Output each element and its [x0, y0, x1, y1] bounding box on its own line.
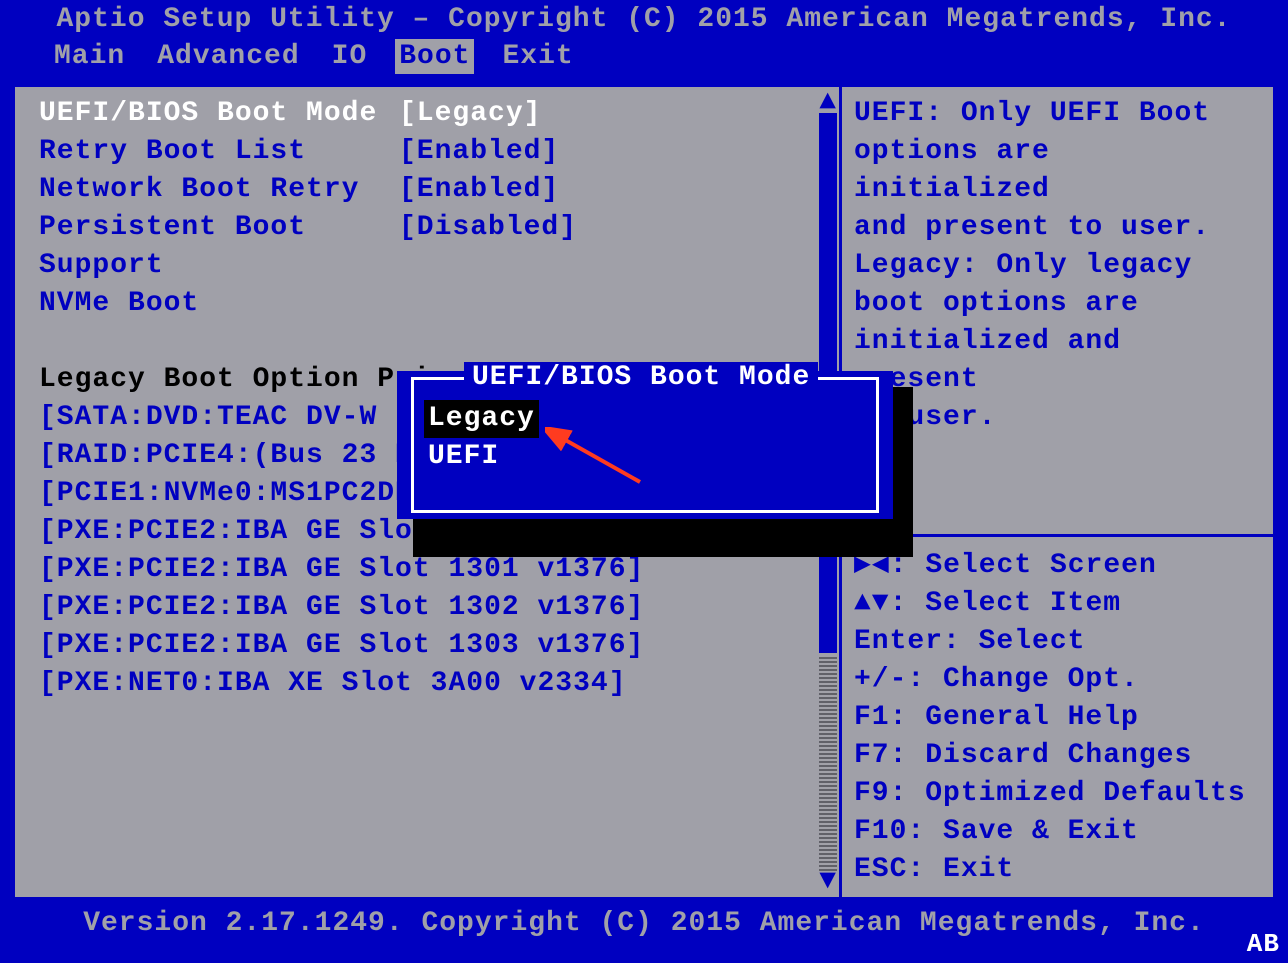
setting-retry-boot-list[interactable]: Retry Boot List [Enabled] [39, 133, 839, 171]
setting-value: [Enabled] [399, 133, 559, 171]
boot-entry[interactable]: [PXE:PCIE2:IBA GE Slot 1303 v1376] [39, 627, 839, 665]
setting-label: Support [39, 247, 399, 285]
tab-main[interactable]: Main [50, 39, 129, 74]
nav-f9: F9: Optimized Defaults [854, 775, 1261, 813]
setting-nvme-boot[interactable]: NVMe Boot [39, 285, 839, 323]
popup-option-uefi[interactable]: UEFI [424, 441, 503, 472]
nav-change: +/-: Change Opt. [854, 661, 1261, 699]
menu-tabs: Main Advanced IO Boot Exit [0, 39, 1288, 74]
footer: Version 2.17.1249. Copyright (C) 2015 Am… [0, 904, 1288, 963]
help-text: and present to user. [854, 209, 1261, 247]
setting-label: NVMe Boot [39, 285, 399, 323]
arrow-ud-icon: ▲▼ [854, 588, 890, 619]
help-text: to user. [854, 399, 1261, 437]
help-text: initialized and present [854, 323, 1261, 399]
bios-setup-utility: Aptio Setup Utility – Copyright (C) 2015… [0, 0, 1288, 963]
nav-f10: F10: Save & Exit [854, 813, 1261, 851]
nav-esc: ESC: Exit [854, 851, 1261, 889]
setting-persistent-boot-cont: Support [39, 247, 839, 285]
tab-io[interactable]: IO [328, 39, 372, 74]
popup-title: UEFI/BIOS Boot Mode [464, 362, 818, 393]
scroll-down-icon[interactable]: ▼ [819, 866, 837, 897]
setting-label: Network Boot Retry [39, 171, 399, 209]
tab-boot[interactable]: Boot [395, 39, 474, 74]
setting-value: [Legacy] [399, 95, 541, 133]
spacer [39, 323, 839, 361]
setting-label: Persistent Boot [39, 209, 399, 247]
setting-label: UEFI/BIOS Boot Mode [39, 95, 399, 133]
nav-select-item: ▲▼: Select Item [854, 585, 1261, 623]
boot-mode-popup: UEFI/BIOS Boot Mode Legacy UEFI [397, 371, 893, 519]
corner-label: AB [1247, 929, 1280, 959]
nav-f1: F1: General Help [854, 699, 1261, 737]
scroll-track-pattern [819, 657, 837, 871]
nav-f7: F7: Discard Changes [854, 737, 1261, 775]
content-area: UEFI/BIOS Boot Mode [Legacy] Retry Boot … [12, 84, 1276, 900]
setting-label: Retry Boot List [39, 133, 399, 171]
help-text: boot options are [854, 285, 1261, 323]
setting-network-boot-retry[interactable]: Network Boot Retry [Enabled] [39, 171, 839, 209]
tab-exit[interactable]: Exit [498, 39, 577, 74]
boot-entry[interactable]: [PXE:PCIE2:IBA GE Slot 1302 v1376] [39, 589, 839, 627]
nav-select-screen: ▶◀: Select Screen [854, 547, 1261, 585]
popup-option-legacy[interactable]: Legacy [424, 400, 539, 438]
setting-persistent-boot[interactable]: Persistent Boot [Disabled] [39, 209, 839, 247]
nav-enter: Enter: Select [854, 623, 1261, 661]
title-bar: Aptio Setup Utility – Copyright (C) 2015… [0, 0, 1288, 39]
setting-value: [Enabled] [399, 171, 559, 209]
help-text: options are initialized [854, 133, 1261, 209]
help-text: UEFI: Only UEFI Boot [854, 95, 1261, 133]
boot-entry[interactable]: [PXE:NET0:IBA XE Slot 3A00 v2334] [39, 665, 839, 703]
help-text: Legacy: Only legacy [854, 247, 1261, 285]
setting-boot-mode[interactable]: UEFI/BIOS Boot Mode [Legacy] [39, 95, 839, 133]
tab-advanced[interactable]: Advanced [153, 39, 303, 74]
setting-value: [Disabled] [399, 209, 577, 247]
